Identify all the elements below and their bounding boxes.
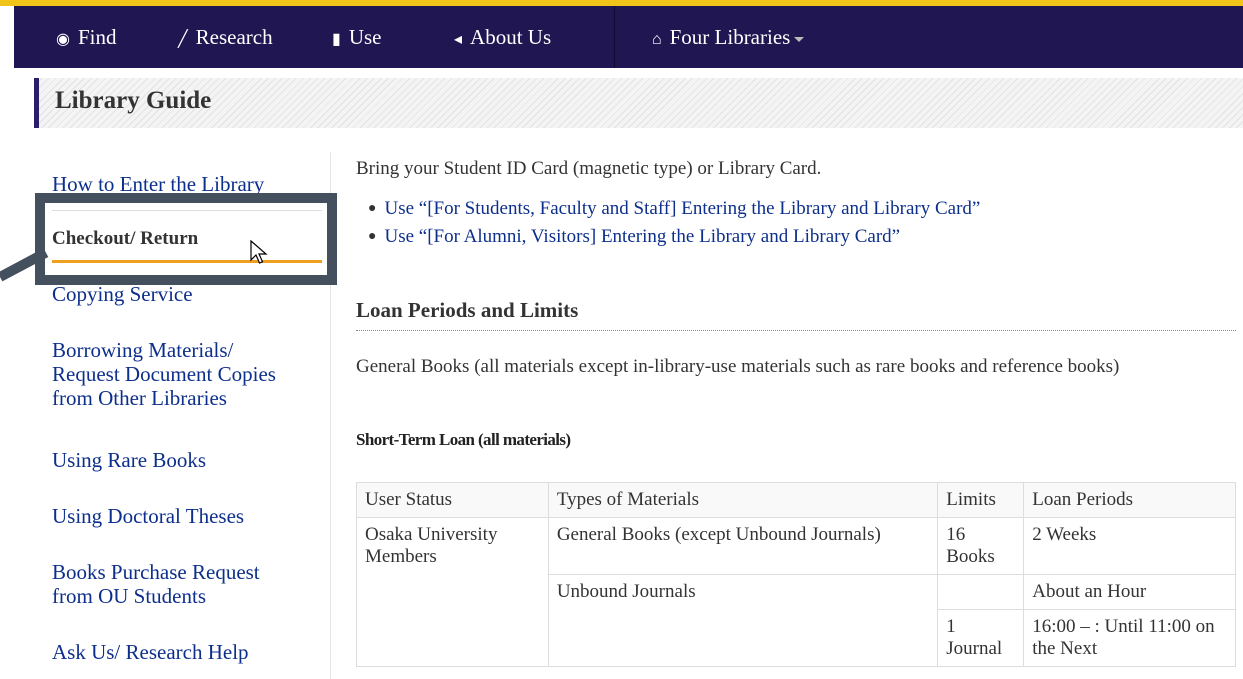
table-cell-limit: 1 Journal — [937, 609, 1025, 667]
nav-find[interactable]: ◉ Find — [56, 6, 116, 68]
sidebar-item-label-line2: from OU Students — [52, 584, 206, 608]
link-students-faculty-card[interactable]: Use “[For Students, Faculty and Staff] E… — [384, 198, 980, 219]
bullet-icon: ● — [368, 229, 377, 244]
pencil-icon: ╱ — [178, 31, 188, 48]
sidebar-item-rare-books[interactable]: Using Rare Books — [52, 448, 206, 472]
nav-four-libraries-label: Four Libraries — [669, 25, 791, 49]
sidebar-item-ask-us[interactable]: Ask Us/ Research Help — [52, 640, 249, 664]
table-header-cell: Types of Materials — [547, 482, 939, 518]
nav-research-label: Research — [195, 25, 273, 49]
table-header-row: User Status Types of Materials Limits Lo… — [356, 482, 1236, 518]
nav-divider — [614, 6, 615, 68]
section-description: General Books (all materials except in-l… — [356, 356, 1120, 377]
nav-four-libraries-dropdown[interactable]: ⌂ Four Libraries — [652, 6, 805, 68]
nav-about-us[interactable]: ◂ About Us — [454, 6, 551, 68]
main-navbar: ◉ Find ╱ Research ▮ Use ◂ About Us ⌂ Four Lib… — [14, 6, 1243, 68]
list-item: ● Use “[For Alumni, Visitors] Entering th… — [368, 226, 900, 248]
sidebar-item-label-line2: Request Document Copies — [52, 362, 276, 386]
table-cell-period: About an Hour — [1023, 574, 1236, 610]
bullet-icon: ● — [368, 201, 377, 216]
table-row: Osaka University Members General Books (… — [356, 517, 1236, 667]
table-cell-type: General Books (except Unbound Journals) — [547, 517, 939, 575]
table-cell-limit — [937, 574, 1025, 610]
table-header-cell: User Status — [356, 482, 549, 518]
sidebar-item-borrowing-materials[interactable]: Borrowing Materials/ Request Document Co… — [52, 338, 276, 410]
nav-use[interactable]: ▮ Use — [332, 6, 381, 68]
sidebar-item-label-line3: from Other Libraries — [52, 386, 227, 410]
table-cell-period: 2 Weeks — [1023, 517, 1236, 575]
section-heading: Loan Periods and Limits — [356, 298, 579, 322]
section-divider — [356, 330, 1236, 331]
sidebar-item-purchase-request[interactable]: Books Purchase Request from OU Students — [52, 560, 260, 608]
intro-text: Bring your Student ID Card (magnetic typ… — [356, 158, 822, 179]
nav-research[interactable]: ╱ Research — [178, 6, 273, 68]
book-icon: ▮ — [332, 31, 341, 48]
table-cell-period: 16:00 – : Until 11:00 on the Next — [1023, 609, 1236, 667]
nav-about-label: About Us — [470, 25, 552, 49]
eye-icon: ◉ — [56, 31, 70, 48]
link-alumni-visitors-card[interactable]: Use “[For Alumni, Visitors] Entering the… — [384, 226, 900, 247]
nav-find-label: Find — [77, 25, 117, 49]
highlight-box — [35, 193, 337, 285]
mouse-cursor-icon — [250, 240, 268, 264]
table-cell-type: Unbound Journals — [547, 574, 939, 667]
subheading: Short-Term Loan (all materials) — [356, 430, 571, 449]
sidebar-item-label-line1: Borrowing Materials/ — [52, 338, 234, 362]
nav-use-label: Use — [348, 25, 382, 49]
table-header-cell: Limits — [937, 482, 1025, 518]
table-header-cell: Loan Periods — [1023, 482, 1236, 518]
sidebar-item-label-line1: Books Purchase Request — [52, 560, 260, 584]
caret-down-icon — [794, 36, 805, 42]
library-guide-header: Library Guide — [34, 78, 1243, 128]
page-title: Library Guide — [55, 87, 212, 114]
sidebar-item-doctoral-theses[interactable]: Using Doctoral Theses — [52, 504, 244, 528]
table-cell-user-status: Osaka University Members — [356, 517, 549, 667]
loan-periods-table: User Status Types of Materials Limits Lo… — [356, 482, 1236, 667]
table-cell-limit: 16 Books — [937, 517, 1025, 575]
list-item: ● Use “[For Students, Faculty and Staff] … — [368, 198, 980, 220]
bullhorn-icon: ◂ — [454, 31, 463, 48]
home-icon: ⌂ — [652, 31, 662, 48]
sidebar-item-copying-service[interactable]: Copying Service — [52, 282, 193, 306]
